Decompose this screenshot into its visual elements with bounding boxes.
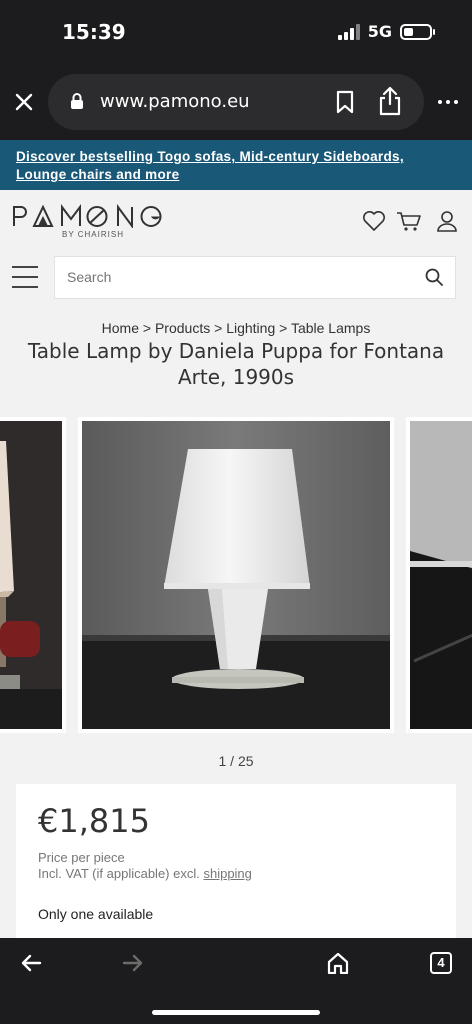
price-per-label: Price per piece — [38, 850, 125, 865]
user-icon[interactable] — [436, 210, 458, 237]
battery-icon — [400, 23, 435, 40]
back-icon[interactable] — [20, 952, 42, 979]
next-image[interactable] — [406, 417, 472, 733]
logo-subtitle: BY CHAIRISH — [62, 230, 124, 239]
breadcrumb-separator: > — [279, 320, 288, 336]
promo-banner[interactable]: Discover bestselling Togo sofas, Mid-cen… — [0, 140, 472, 190]
breadcrumb-separator: > — [142, 320, 152, 336]
search-box[interactable] — [54, 256, 456, 299]
share-icon[interactable] — [378, 86, 402, 121]
breadcrumb: Home > Products > Lighting > Table Lamps — [0, 320, 472, 336]
page-content: BY CHAIRISH Home > Products > Lighting >… — [0, 190, 472, 938]
breadcrumb-products[interactable]: Products — [155, 320, 210, 336]
breadcrumb-table-lamps[interactable]: Table Lamps — [291, 320, 370, 336]
search-icon[interactable] — [425, 268, 443, 291]
breadcrumb-separator: > — [214, 320, 223, 336]
image-carousel[interactable] — [0, 417, 472, 733]
title-line-1: Table Lamp by Daniela Puppa for Fontana — [27, 339, 445, 363]
search-input[interactable] — [67, 269, 407, 285]
signal-icon — [337, 23, 360, 40]
image-counter: 1 / 25 — [218, 753, 254, 769]
page-title: Table Lamp by Daniela Puppa for Fontana … — [20, 338, 452, 390]
network-label: 5G — [367, 22, 392, 41]
promo-line-1[interactable]: Discover bestselling Togo sofas, Mid-cen… — [16, 149, 404, 164]
menu-icon[interactable] — [12, 266, 38, 288]
lock-icon — [70, 92, 84, 115]
vat-note: Incl. VAT (if applicable) excl. — [38, 866, 200, 881]
status-bar: 15:39 5G — [0, 0, 472, 64]
previous-image[interactable] — [0, 417, 66, 733]
browser-toolbar: www.pamono.eu — [0, 64, 472, 140]
product-price: €1,815 — [38, 802, 150, 840]
heart-icon[interactable] — [362, 210, 386, 237]
url-text[interactable]: www.pamono.eu — [100, 91, 250, 112]
address-bar[interactable]: www.pamono.eu — [48, 74, 424, 130]
tabs-icon[interactable]: 4 — [430, 952, 452, 974]
breadcrumb-lighting[interactable]: Lighting — [226, 320, 275, 336]
shipping-link[interactable]: shipping — [203, 866, 251, 881]
logo-wordmark — [13, 203, 162, 230]
home-icon[interactable] — [327, 952, 349, 979]
breadcrumb-home[interactable]: Home — [102, 320, 139, 336]
status-time: 15:39 — [62, 20, 126, 44]
availability-text: Only one available — [38, 906, 154, 922]
more-icon[interactable] — [438, 100, 458, 104]
title-line-2: Arte, 1990s — [177, 365, 295, 389]
promo-line-2[interactable]: Lounge chairs and more — [16, 167, 179, 182]
browser-bottom-bar: 4 — [0, 938, 472, 1024]
forward-icon[interactable] — [122, 952, 144, 979]
pamono-logo[interactable]: BY CHAIRISH — [12, 203, 172, 240]
product-image[interactable] — [78, 417, 394, 733]
cart-icon[interactable] — [396, 210, 422, 237]
bookmark-icon[interactable] — [336, 90, 354, 119]
close-icon[interactable] — [12, 90, 36, 114]
home-indicator — [152, 1010, 320, 1015]
price-note: Price per piece Incl. VAT (if applicable… — [38, 850, 252, 882]
price-card: €1,815 Price per piece Incl. VAT (if app… — [16, 784, 456, 938]
status-indicators: 5G — [337, 22, 435, 41]
